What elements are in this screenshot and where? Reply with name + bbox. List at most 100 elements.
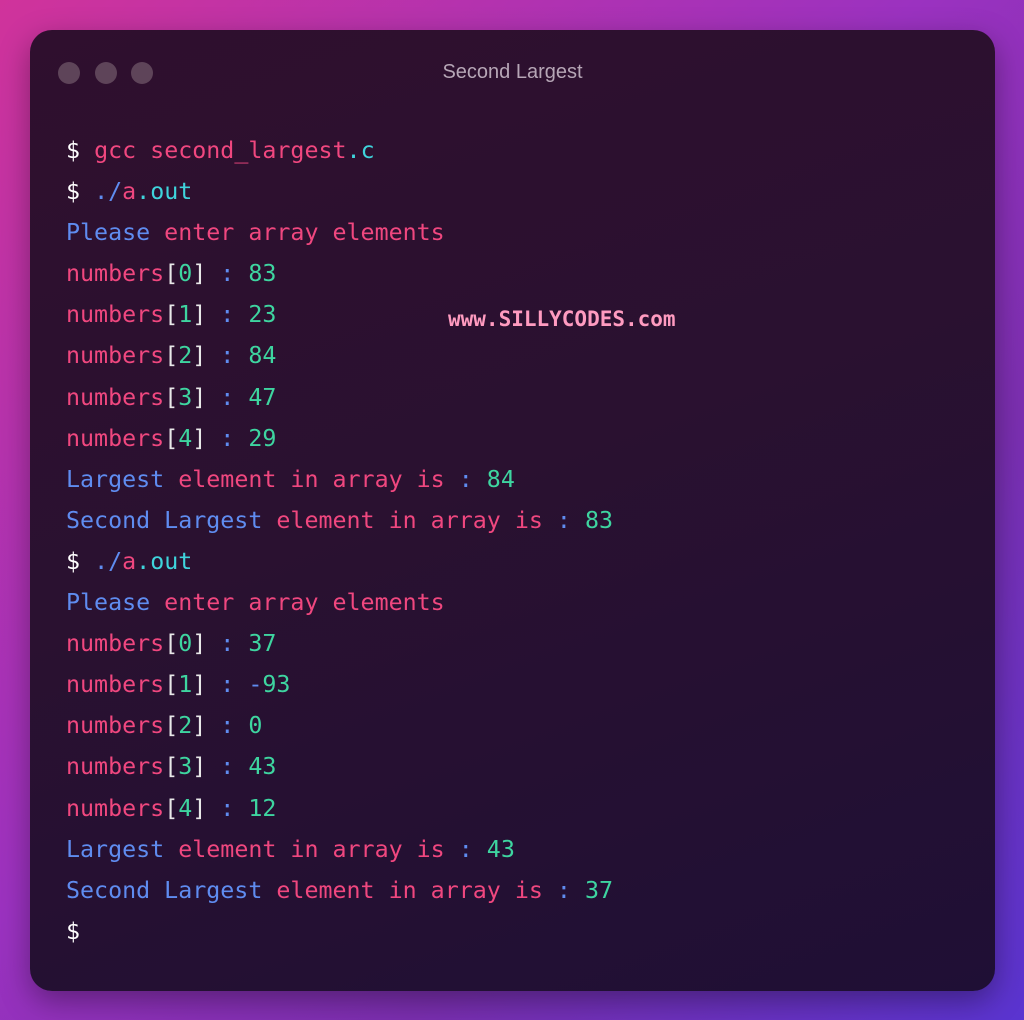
dot: . <box>136 178 151 206</box>
array-name: numbers <box>66 794 165 822</box>
input-value: 37 <box>248 630 277 658</box>
dot: . <box>136 547 151 575</box>
path-prefix: ./ <box>94 178 123 206</box>
input-value: 29 <box>248 424 277 452</box>
result-text: element in array is <box>262 876 543 904</box>
input-line: numbers[4] : 12 <box>66 794 277 822</box>
array-index: 3 <box>178 753 193 781</box>
array-index: 3 <box>178 383 193 411</box>
message-first-word: Please <box>66 219 151 247</box>
minus-sign: - <box>248 671 263 699</box>
array-name: numbers <box>66 260 165 288</box>
largest-value: 84 <box>486 465 515 493</box>
result-label: Largest <box>66 465 165 493</box>
result-label: Second Largest <box>66 876 263 904</box>
input-value: 43 <box>248 753 277 781</box>
path-prefix: ./ <box>94 547 123 575</box>
prompt-symbol: $ <box>66 917 81 945</box>
separator: : <box>444 465 487 493</box>
result-text: element in array is <box>164 465 445 493</box>
separator: : <box>444 835 487 863</box>
separator: : <box>206 260 249 288</box>
compile-command-line: $ gcc second_largest.c <box>66 130 613 171</box>
prompt-symbol: $ <box>66 178 81 206</box>
second-largest-value: 83 <box>584 506 614 534</box>
input-value: 93 <box>262 671 291 699</box>
largest-result: Largest element in array is : 43 <box>66 829 613 870</box>
array-index: 1 <box>178 671 193 699</box>
executable-extension: out <box>150 178 193 206</box>
watermark: www.SILLYCODES.com <box>448 307 676 331</box>
run-2-inputs: numbers[0] : 37 numbers[1] : -93 numbers… <box>66 623 613 828</box>
message-rest: enter array elements <box>150 219 445 247</box>
array-index: 4 <box>178 424 193 452</box>
input-line: numbers[2] : 84 <box>66 342 277 370</box>
window-title: Second Largest <box>442 61 583 83</box>
message-first-word: Please <box>66 589 151 617</box>
command: gcc <box>94 137 137 164</box>
enter-message: Please enter array elements <box>66 582 613 623</box>
executable-extension: out <box>150 547 193 575</box>
second-largest-result: Second Largest element in array is : 83 <box>66 500 613 541</box>
array-name: numbers <box>66 712 165 740</box>
terminal-output[interactable]: $ gcc second_largest.c $ ./a.out Please … <box>66 130 613 952</box>
final-prompt-line: $ <box>66 911 613 952</box>
input-value: 0 <box>248 712 263 740</box>
separator: : <box>206 424 249 452</box>
input-line: numbers[1] : -93 <box>66 671 291 699</box>
input-line: numbers[3] : 47 <box>66 383 277 411</box>
input-value: 12 <box>248 794 277 822</box>
array-name: numbers <box>66 301 165 329</box>
run-1-inputs: numbers[0] : 83 numbers[1] : 23 numbers[… <box>66 253 613 458</box>
array-name: numbers <box>66 630 165 658</box>
separator: : <box>542 876 585 904</box>
array-name: numbers <box>66 383 165 411</box>
array-index: 2 <box>178 342 193 370</box>
dot: . <box>346 137 361 164</box>
input-line: numbers[2] : 0 <box>66 712 263 740</box>
input-line: numbers[3] : 43 <box>66 753 277 781</box>
separator: : <box>206 301 249 329</box>
result-label: Second Largest <box>66 506 263 534</box>
filename: second_largest <box>150 137 347 164</box>
array-name: numbers <box>66 671 165 699</box>
prompt-symbol: $ <box>66 137 81 164</box>
terminal-window: Second Largest $ gcc second_largest.c $ … <box>30 30 995 991</box>
result-text: element in array is <box>164 835 445 863</box>
input-value: 47 <box>248 383 277 411</box>
array-index: 4 <box>178 794 193 822</box>
array-index: 2 <box>178 712 193 740</box>
result-label: Largest <box>66 835 165 863</box>
largest-result: Largest element in array is : 84 <box>66 459 613 500</box>
separator: : <box>206 794 249 822</box>
result-text: element in array is <box>262 506 543 534</box>
executable-name: a <box>122 178 137 206</box>
separator: : <box>206 712 249 740</box>
separator: : <box>206 342 249 370</box>
second-largest-value: 37 <box>584 876 614 904</box>
file-extension: c <box>360 137 375 164</box>
input-line: numbers[0] : 37 <box>66 630 277 658</box>
separator: : <box>206 383 249 411</box>
input-line: numbers[0] : 83 <box>66 260 277 288</box>
run-command-line: $ ./a.out <box>66 171 613 212</box>
largest-value: 43 <box>486 835 515 863</box>
array-name: numbers <box>66 342 165 370</box>
input-value: 83 <box>248 260 277 288</box>
enter-message: Please enter array elements <box>66 212 613 253</box>
array-index: 1 <box>178 301 193 329</box>
input-value: 84 <box>248 342 277 370</box>
input-line: numbers[4] : 29 <box>66 424 277 452</box>
separator: : <box>542 506 585 534</box>
array-name: numbers <box>66 753 165 781</box>
array-index: 0 <box>178 260 193 288</box>
executable-name: a <box>122 547 137 575</box>
run-command-line: $ ./a.out <box>66 541 613 582</box>
second-largest-result: Second Largest element in array is : 37 <box>66 870 613 911</box>
separator: : <box>206 630 249 658</box>
separator: : <box>206 753 249 781</box>
array-index: 0 <box>178 630 193 658</box>
title-bar: Second Largest <box>30 30 995 116</box>
prompt-symbol: $ <box>66 547 81 575</box>
separator: : <box>206 671 249 699</box>
